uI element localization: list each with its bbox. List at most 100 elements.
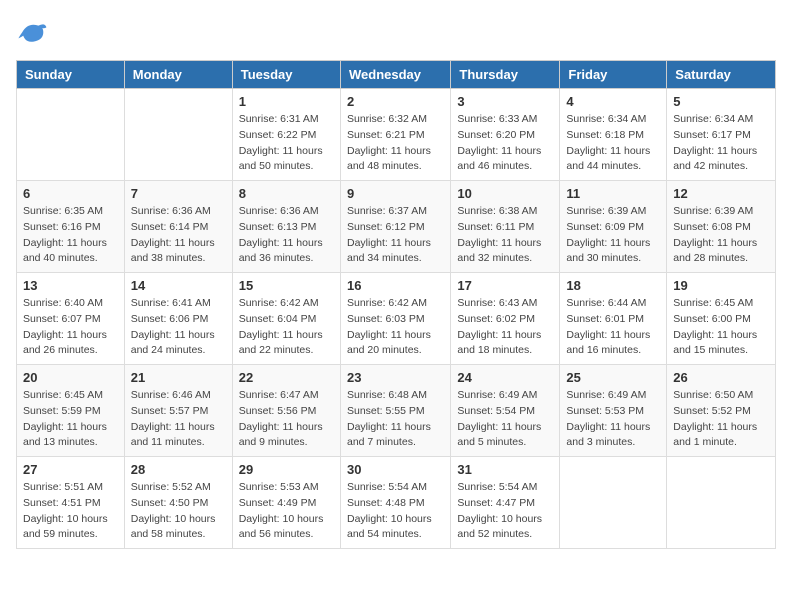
day-number: 5 [673, 94, 769, 109]
day-info: Sunrise: 5:54 AMSunset: 4:47 PMDaylight:… [457, 480, 553, 543]
day-number: 17 [457, 278, 553, 293]
day-info: Sunrise: 6:42 AMSunset: 6:03 PMDaylight:… [347, 296, 444, 359]
calendar-week-row: 13 Sunrise: 6:40 AMSunset: 6:07 PMDayligh… [17, 273, 776, 365]
day-info: Sunrise: 6:39 AMSunset: 6:09 PMDaylight:… [566, 204, 660, 267]
day-info: Sunrise: 6:42 AMSunset: 6:04 PMDaylight:… [239, 296, 334, 359]
calendar-week-row: 20 Sunrise: 6:45 AMSunset: 5:59 PMDayligh… [17, 365, 776, 457]
weekday-header: Wednesday [340, 61, 450, 89]
day-info: Sunrise: 6:49 AMSunset: 5:54 PMDaylight:… [457, 388, 553, 451]
day-info: Sunrise: 6:41 AMSunset: 6:06 PMDaylight:… [131, 296, 226, 359]
calendar-cell: 2 Sunrise: 6:32 AMSunset: 6:21 PMDaylight… [340, 89, 450, 181]
day-number: 21 [131, 370, 226, 385]
calendar-cell [124, 89, 232, 181]
weekday-header: Sunday [17, 61, 125, 89]
day-info: Sunrise: 6:38 AMSunset: 6:11 PMDaylight:… [457, 204, 553, 267]
day-info: Sunrise: 6:32 AMSunset: 6:21 PMDaylight:… [347, 112, 444, 175]
day-info: Sunrise: 6:36 AMSunset: 6:13 PMDaylight:… [239, 204, 334, 267]
calendar-week-row: 1 Sunrise: 6:31 AMSunset: 6:22 PMDaylight… [17, 89, 776, 181]
day-number: 20 [23, 370, 118, 385]
day-number: 7 [131, 186, 226, 201]
day-number: 15 [239, 278, 334, 293]
day-info: Sunrise: 6:34 AMSunset: 6:18 PMDaylight:… [566, 112, 660, 175]
day-info: Sunrise: 6:40 AMSunset: 6:07 PMDaylight:… [23, 296, 118, 359]
calendar-cell [560, 457, 667, 549]
calendar-cell: 16 Sunrise: 6:42 AMSunset: 6:03 PMDayligh… [340, 273, 450, 365]
day-number: 19 [673, 278, 769, 293]
calendar-cell: 26 Sunrise: 6:50 AMSunset: 5:52 PMDayligh… [667, 365, 776, 457]
day-number: 6 [23, 186, 118, 201]
day-number: 28 [131, 462, 226, 477]
calendar-cell: 14 Sunrise: 6:41 AMSunset: 6:06 PMDayligh… [124, 273, 232, 365]
logo-icon [16, 16, 48, 48]
calendar-cell: 25 Sunrise: 6:49 AMSunset: 5:53 PMDayligh… [560, 365, 667, 457]
logo [16, 16, 52, 48]
calendar-cell: 3Sunrise: 6:33 AMSunset: 6:20 PMDaylight… [451, 89, 560, 181]
day-number: 14 [131, 278, 226, 293]
day-info: Sunrise: 5:53 AMSunset: 4:49 PMDaylight:… [239, 480, 334, 543]
page-header [16, 16, 776, 48]
day-number: 23 [347, 370, 444, 385]
weekday-header: Friday [560, 61, 667, 89]
day-info: Sunrise: 6:39 AMSunset: 6:08 PMDaylight:… [673, 204, 769, 267]
calendar-cell: 7 Sunrise: 6:36 AMSunset: 6:14 PMDaylight… [124, 181, 232, 273]
day-info: Sunrise: 6:37 AMSunset: 6:12 PMDaylight:… [347, 204, 444, 267]
weekday-header: Thursday [451, 61, 560, 89]
calendar-cell: 4Sunrise: 6:34 AMSunset: 6:18 PMDaylight… [560, 89, 667, 181]
calendar-cell: 8 Sunrise: 6:36 AMSunset: 6:13 PMDaylight… [232, 181, 340, 273]
calendar-cell [17, 89, 125, 181]
calendar-cell: 21 Sunrise: 6:46 AMSunset: 5:57 PMDayligh… [124, 365, 232, 457]
day-number: 31 [457, 462, 553, 477]
calendar-cell: 13 Sunrise: 6:40 AMSunset: 6:07 PMDayligh… [17, 273, 125, 365]
calendar-week-row: 27Sunrise: 5:51 AMSunset: 4:51 PMDayligh… [17, 457, 776, 549]
day-number: 25 [566, 370, 660, 385]
calendar-cell: 10 Sunrise: 6:38 AMSunset: 6:11 PMDayligh… [451, 181, 560, 273]
calendar-cell: 30Sunrise: 5:54 AMSunset: 4:48 PMDayligh… [340, 457, 450, 549]
day-number: 18 [566, 278, 660, 293]
weekday-header: Monday [124, 61, 232, 89]
calendar-cell: 18 Sunrise: 6:44 AMSunset: 6:01 PMDayligh… [560, 273, 667, 365]
day-info: Sunrise: 6:50 AMSunset: 5:52 PMDaylight:… [673, 388, 769, 451]
day-info: Sunrise: 6:34 AMSunset: 6:17 PMDaylight:… [673, 112, 769, 175]
calendar-cell: 12 Sunrise: 6:39 AMSunset: 6:08 PMDayligh… [667, 181, 776, 273]
calendar-table: SundayMondayTuesdayWednesdayThursdayFrid… [16, 60, 776, 549]
calendar-cell: 27Sunrise: 5:51 AMSunset: 4:51 PMDayligh… [17, 457, 125, 549]
day-info: Sunrise: 6:46 AMSunset: 5:57 PMDaylight:… [131, 388, 226, 451]
day-number: 8 [239, 186, 334, 201]
day-number: 16 [347, 278, 444, 293]
header-row: SundayMondayTuesdayWednesdayThursdayFrid… [17, 61, 776, 89]
calendar-cell [667, 457, 776, 549]
day-info: Sunrise: 6:44 AMSunset: 6:01 PMDaylight:… [566, 296, 660, 359]
day-info: Sunrise: 6:45 AMSunset: 6:00 PMDaylight:… [673, 296, 769, 359]
day-info: Sunrise: 6:47 AMSunset: 5:56 PMDaylight:… [239, 388, 334, 451]
day-info: Sunrise: 5:51 AMSunset: 4:51 PMDaylight:… [23, 480, 118, 543]
day-info: Sunrise: 6:49 AMSunset: 5:53 PMDaylight:… [566, 388, 660, 451]
day-number: 2 [347, 94, 444, 109]
calendar-cell: 17 Sunrise: 6:43 AMSunset: 6:02 PMDayligh… [451, 273, 560, 365]
weekday-header: Saturday [667, 61, 776, 89]
day-info: Sunrise: 6:31 AMSunset: 6:22 PMDaylight:… [239, 112, 334, 175]
weekday-header: Tuesday [232, 61, 340, 89]
day-info: Sunrise: 5:54 AMSunset: 4:48 PMDaylight:… [347, 480, 444, 543]
calendar-cell: 1 Sunrise: 6:31 AMSunset: 6:22 PMDaylight… [232, 89, 340, 181]
day-number: 22 [239, 370, 334, 385]
calendar-cell: 23Sunrise: 6:48 AMSunset: 5:55 PMDayligh… [340, 365, 450, 457]
day-number: 26 [673, 370, 769, 385]
day-info: Sunrise: 6:45 AMSunset: 5:59 PMDaylight:… [23, 388, 118, 451]
calendar-week-row: 6Sunrise: 6:35 AMSunset: 6:16 PMDaylight… [17, 181, 776, 273]
day-number: 13 [23, 278, 118, 293]
day-number: 9 [347, 186, 444, 201]
calendar-cell: 28 Sunrise: 5:52 AMSunset: 4:50 PMDayligh… [124, 457, 232, 549]
calendar-cell: 20 Sunrise: 6:45 AMSunset: 5:59 PMDayligh… [17, 365, 125, 457]
day-info: Sunrise: 6:43 AMSunset: 6:02 PMDaylight:… [457, 296, 553, 359]
day-number: 12 [673, 186, 769, 201]
calendar-cell: 22 Sunrise: 6:47 AMSunset: 5:56 PMDayligh… [232, 365, 340, 457]
calendar-cell: 31 Sunrise: 5:54 AMSunset: 4:47 PMDayligh… [451, 457, 560, 549]
calendar-cell: 29 Sunrise: 5:53 AMSunset: 4:49 PMDayligh… [232, 457, 340, 549]
calendar-cell: 9 Sunrise: 6:37 AMSunset: 6:12 PMDaylight… [340, 181, 450, 273]
day-number: 29 [239, 462, 334, 477]
day-info: Sunrise: 6:36 AMSunset: 6:14 PMDaylight:… [131, 204, 226, 267]
day-info: Sunrise: 5:52 AMSunset: 4:50 PMDaylight:… [131, 480, 226, 543]
day-number: 1 [239, 94, 334, 109]
day-number: 3 [457, 94, 553, 109]
day-number: 10 [457, 186, 553, 201]
